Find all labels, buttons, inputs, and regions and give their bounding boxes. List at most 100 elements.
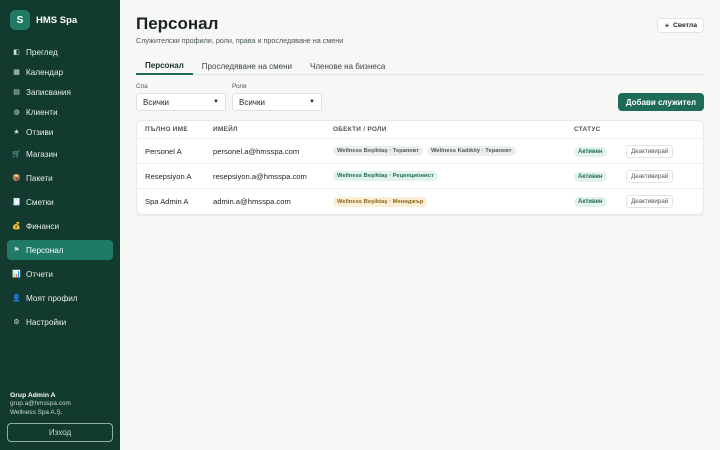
table-header: ПЪЛНО ИМЕ ИМЕЙЛ ОБЕКТИ / РОЛИ СТАТУС — [137, 121, 703, 139]
filters: Спа Всички ▼ Роля Всички ▼ Добави служит… — [136, 83, 704, 111]
employee-email: admin.a@hmsspa.com — [213, 197, 291, 206]
tab-bar: Персонал Проследяване на смени Членове на … — [136, 57, 704, 75]
employee-actions: Деактивирай — [626, 195, 703, 208]
employee-roles: Wellness Beşiktaş · Рецепционист — [325, 171, 566, 181]
spa-filter: Спа Всички ▼ — [136, 83, 226, 111]
column-header-roles[interactable]: ОБЕКТИ / РОЛИ — [325, 126, 566, 133]
tab-1[interactable]: Проследяване на смени — [193, 57, 301, 75]
add-employee-button[interactable]: Добави служител — [617, 93, 704, 111]
employee-roles: Wellness Beşiktaş · Терапевт Wellness Kad… — [325, 146, 566, 156]
status-badge: Активен — [574, 171, 607, 182]
column-header-name[interactable]: ПЪЛНО ИМЕ — [137, 126, 205, 133]
employee-name: Personel A — [145, 146, 182, 156]
nav-item-staff[interactable]: ⚑ Персонал — [7, 240, 113, 260]
employee-actions: Деактивирай — [626, 169, 703, 183]
spa-filter-label: Спа — [136, 83, 148, 90]
role-chip: Wellness Beşiktaş · Рецепционист — [333, 171, 438, 181]
nav-item-label: Финанси — [26, 221, 60, 231]
nav-item-reports[interactable]: 📊 Отчети — [7, 264, 113, 284]
user-box: Grup Admin A grup.a@hmsspa.com Wellness … — [0, 392, 120, 442]
cart-icon: 🛒 — [12, 151, 21, 158]
nav-item-label: Сметки — [26, 197, 54, 207]
table-row[interactable]: Resepsiyon A resepsiyon.a@hmsspa.com Welln… — [137, 164, 703, 189]
chevron-down-icon: ▼ — [213, 99, 219, 105]
table-body: Personel A personel.a@hmsspa.com Wellness … — [137, 139, 703, 214]
role-chip: Wellness Beşiktaş · Мениджър — [333, 196, 428, 207]
nav-item-appointments[interactable]: ▤ Записвания — [7, 82, 113, 102]
invoice-icon: 🧾 — [12, 199, 21, 206]
deactivate-button[interactable]: Деактивирай — [626, 169, 674, 183]
sidebar-nav: ◧ Преглед ▦ Календар ▤ Записвания ◍ Клиенти ★ Отз… — [0, 42, 120, 336]
theme-toggle-button[interactable]: ☀ Светла — [656, 18, 704, 33]
role-filter-label: Роля — [232, 83, 247, 90]
nav-item-label: Моят профил — [26, 293, 78, 303]
spa-select[interactable]: Всички ▼ — [136, 93, 226, 111]
nav-item-label: Записвания — [26, 87, 71, 97]
staff-table: ПЪЛНО ИМЕ ИМЕЙЛ ОБЕКТИ / РОЛИ СТАТУС Per… — [136, 120, 704, 215]
clients-icon: ◍ — [13, 109, 20, 116]
tab-0[interactable]: Персонал — [136, 57, 193, 75]
nav-item-label: Пакети — [26, 173, 53, 183]
employee-email: resepsiyon.a@hmsspa.com — [213, 171, 307, 181]
brand[interactable]: S HMS Spa — [0, 0, 120, 42]
employee-actions: Деактивирай — [626, 144, 703, 158]
column-header-email[interactable]: ИМЕЙЛ — [205, 126, 325, 133]
table-row[interactable]: Personel A personel.a@hmsspa.com Wellness … — [137, 139, 703, 164]
deactivate-button[interactable]: Деактивирай — [626, 195, 674, 208]
user-email: grup.a@hmsspa.com — [10, 400, 71, 407]
page-subtitle: Служителски профили, роли, права и просл… — [136, 36, 344, 45]
role-chip: Wellness Beşiktaş · Терапевт — [333, 146, 423, 156]
nav-item-profile[interactable]: 👤 Моят профил — [7, 288, 113, 308]
nav-item-label: Отчети — [26, 269, 53, 279]
chevron-down-icon: ▼ — [309, 99, 315, 105]
nav-item-bills[interactable]: 🧾 Сметки — [7, 192, 113, 212]
package-icon: 📦 — [12, 175, 21, 182]
nav-item-reviews[interactable]: ★ Отзиви — [7, 122, 113, 142]
role-chip: Wellness Kadıköy · Терапевт — [426, 146, 516, 156]
table-row[interactable]: Spa Admin A admin.a@hmsspa.com Wellness Be… — [137, 189, 703, 214]
user-company: Wellness Spa A.Ş. — [10, 409, 63, 416]
nav-item-label: Персонал — [26, 245, 64, 255]
column-header-status[interactable]: СТАТУС — [566, 126, 626, 133]
page-title: Персонал — [136, 14, 219, 33]
employee-name: Resepsiyon A — [145, 171, 192, 181]
main-content: Персонал Служителски профили, роли, прав… — [120, 0, 720, 450]
sun-icon: ☀ — [663, 22, 670, 30]
star-icon: ★ — [13, 129, 20, 136]
nav-item-label: Магазин — [26, 149, 58, 159]
status-badge: Активен — [574, 146, 607, 157]
spa-select-value: Всички — [143, 97, 169, 107]
tab-2[interactable]: Членове на бизнеса — [301, 57, 394, 75]
nav-item-label: Отзиви — [26, 127, 54, 137]
role-select[interactable]: Всички ▼ — [232, 93, 322, 111]
deactivate-button[interactable]: Деактивирай — [626, 144, 674, 158]
employee-roles: Wellness Beşiktaş · Мениджър — [325, 196, 566, 207]
nav-item-shop[interactable]: 🛒 Магазин — [7, 144, 113, 164]
chart-icon: 📊 — [12, 271, 21, 278]
nav-item-settings[interactable]: ⚙ Настройки — [7, 312, 113, 332]
employee-status: Активен — [566, 196, 626, 207]
sidebar: S HMS Spa ◧ Преглед ▦ Календар ▤ Записвания ◍ К… — [0, 0, 120, 450]
nav-item-label: Настройки — [26, 317, 67, 327]
employee-status: Активен — [566, 146, 626, 157]
money-bag-icon: 💰 — [12, 223, 21, 230]
nav-item-label: Календар — [26, 67, 64, 77]
brand-logo: S — [10, 10, 30, 30]
appointments-icon: ▤ — [13, 89, 20, 96]
nav-item-finance[interactable]: 💰 Финанси — [7, 216, 113, 236]
employee-status: Активен — [566, 171, 626, 182]
brand-name: HMS Spa — [36, 14, 78, 26]
nav-item-label: Преглед — [26, 47, 58, 57]
calendar-icon: ▦ — [13, 69, 20, 76]
user-icon: 👤 — [12, 295, 21, 302]
status-badge: Активен — [574, 197, 607, 207]
nav-item-packages[interactable]: 📦 Пакети — [7, 168, 113, 188]
user-name: Grup Admin A — [10, 392, 56, 399]
employee-email: personel.a@hmsspa.com — [213, 146, 300, 156]
nav-item-calendar[interactable]: ▦ Календар — [7, 62, 113, 82]
nav-item-overview[interactable]: ◧ Преглед — [7, 42, 113, 62]
nav-item-clients[interactable]: ◍ Клиенти — [7, 102, 113, 122]
overview-icon: ◧ — [13, 49, 20, 56]
nav-item-label: Клиенти — [26, 107, 58, 117]
logout-button[interactable]: Изход — [7, 423, 113, 442]
